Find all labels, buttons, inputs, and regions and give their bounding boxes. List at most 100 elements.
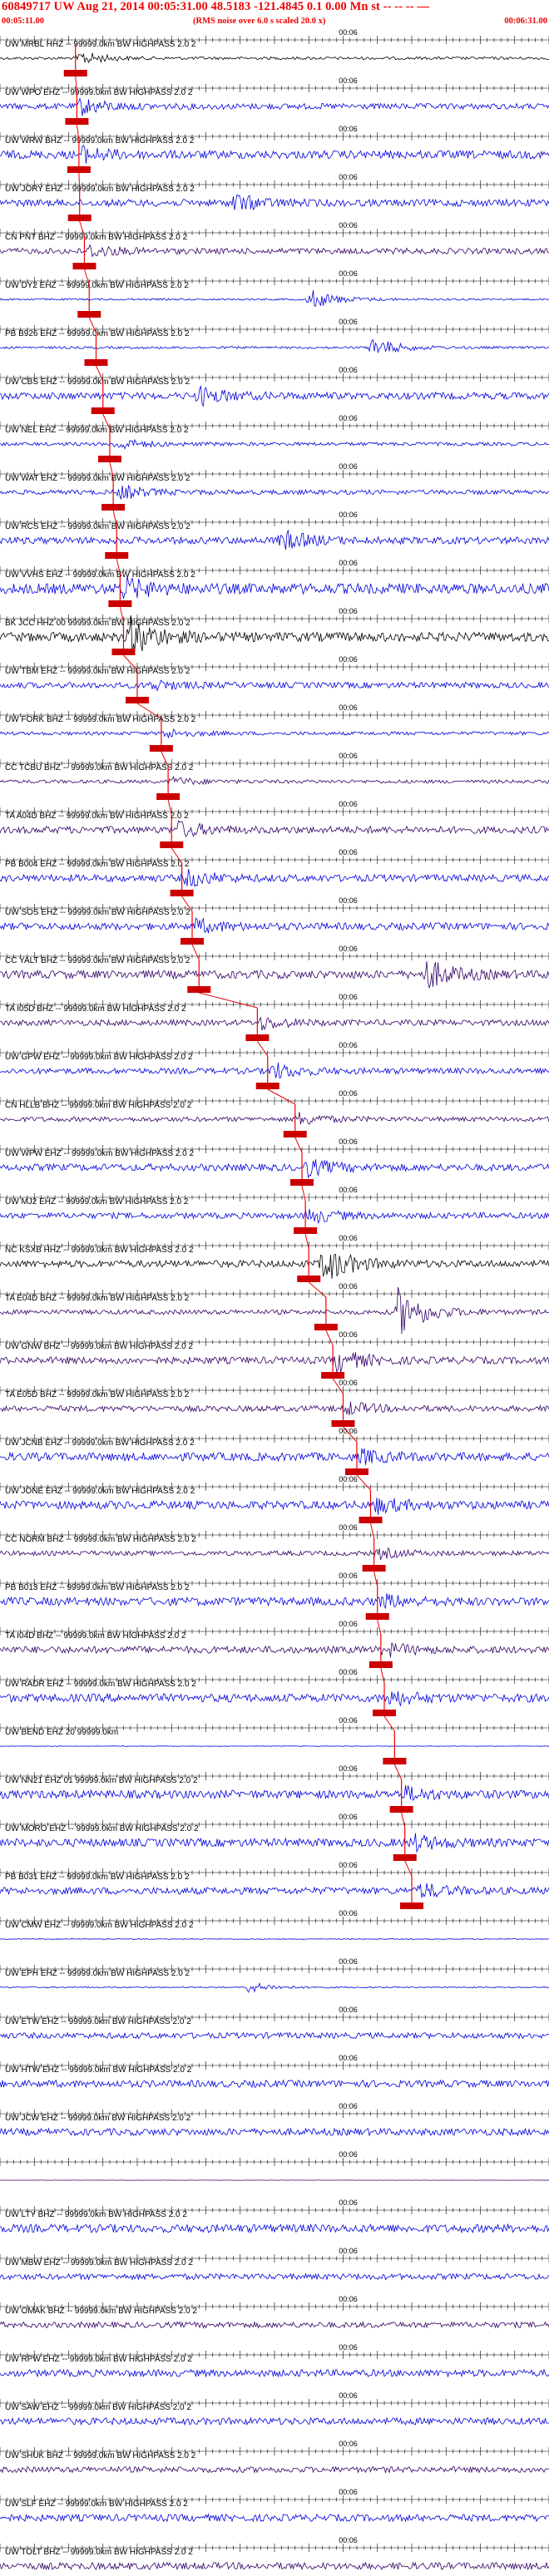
pick-box [365,1613,389,1620]
waveform [0,917,549,934]
waveform [0,1547,549,1561]
trace-label: UW JORY EHZ -- 99999.0km BW HIGHPASS 2.0… [5,185,195,194]
moveout-line [373,1571,378,1587]
pick-box [331,1420,355,1427]
trace-label: UW SAW EHZ -- 99999.0km BW HIGHPASS 2.0 … [5,2403,191,2412]
pick-box [389,1806,413,1813]
waveform [0,679,549,692]
trace-label: UW MRBL HHZ -- 99999.0km BW HIGHPASS 2.0… [5,40,196,49]
trace-label: TA I04D BHZ -- 99999.0km BW HIGHPASS 2.0… [5,1631,186,1641]
waveform [0,2416,549,2426]
moveout-line [191,944,200,960]
pick-box [321,1372,345,1379]
trace-label: UW WPO EHZ -- 99999.0km BW HIGHPASS 2.0 … [5,88,193,97]
moveout-line [294,1137,303,1153]
pick-box [63,70,87,76]
pick-box [84,359,108,366]
waveform [0,1883,549,1898]
pick-box [368,1661,393,1668]
moveout-line [404,1860,413,1877]
minute-label: 00:06 [339,1957,358,1966]
waveform [0,1498,549,1515]
waveform [0,2031,549,2040]
minute-label: 00:06 [339,1523,358,1532]
pick-box [91,407,115,414]
waveform [0,1352,549,1374]
waveform [0,2465,549,2474]
pick-box [65,118,89,125]
waveform [0,1253,549,1279]
minute-label: 00:06 [339,607,358,615]
minute-label: 00:06 [339,752,358,760]
trace-label: BK JCC HHZ 00 99999.0km BW HIGHPASS 2.0 … [5,619,190,628]
waveform [0,1016,549,1031]
minute-label: 00:06 [339,1330,358,1339]
minute-label: 00:06 [339,511,358,519]
minute-label: 00:06 [339,1668,358,1676]
waveform [0,775,549,786]
trace-label: UW TOLT BHZ -- 99999.0km BW HIGHPASS 2.0… [5,2548,193,2557]
minute-label: 00:06 [339,221,358,229]
minute-label: 00:06 [339,993,358,1001]
waveform [0,1981,549,1993]
trace-label: UW HTW EHZ -- 99999.0km BW HIGHPASS 2.0 … [5,2065,192,2075]
minute-label: 00:06 [339,703,358,712]
waveform [0,2223,549,2234]
minute-label: 00:06 [339,366,358,374]
trace-label: UW EPH EHZ -- 99999.0km BW HIGHPASS 2.0 … [5,1969,190,1978]
minute-label: 00:06 [339,896,358,905]
trace-label: UW NN21 EHZ 01 99999.0km BW HIGHPASS 2.0… [5,1776,198,1785]
pick-box [290,1179,314,1186]
waveform [0,2127,549,2137]
pick-box [187,986,211,993]
trace-label: UW TBM EHZ -- 99999.0km BW HIGHPASS 2.0 … [5,667,190,676]
trace-label: CC YALT BHZ -- 99999.0km BW HIGHPASS 2.0… [5,956,190,965]
moveout-line [304,1233,309,1250]
trace-label: PB B926 EHZ -- 99999.0km BW HIGHPASS 2.0… [5,329,190,338]
minute-label: 00:06 [339,1427,358,1435]
minute-label: 00:06 [339,2102,358,2110]
waveform [0,2273,549,2281]
minute-label: 00:06 [339,28,358,37]
waveform [0,2561,549,2571]
pick-box [101,504,126,511]
pick-box [72,263,96,269]
trace-label: UW GNW BHZ -- 99999.0km BW HIGHPASS 2.0 … [5,1342,193,1351]
trace-label: UW SLF EHZ -- 99999.0km BW HIGHPASS 2.0 … [5,2500,188,2509]
waveform [0,144,549,164]
moveout-line [401,1812,406,1828]
minute-label: 00:06 [339,1764,358,1773]
trace-label: UW RCS EHZ -- 99999.0km BW HIGHPASS 2.0 … [5,522,190,531]
moveout-line [380,1667,385,1684]
waveform [0,1833,549,1853]
pick-box [345,1468,368,1475]
pick-box [297,1276,321,1282]
pick-box [373,1710,396,1716]
trace-label: PB B031 EHZ -- 99999.0km BW HIGHPASS 2.0… [5,1873,190,1882]
waveform [0,1062,549,1079]
waveform [0,869,549,887]
seismogram-plot: 00:06 UW MRBL HHZ -- 99999.0km BW HIGHPAS… [0,28,549,2571]
moveout-line [377,1619,382,1636]
minute-label: 00:06 [339,1909,358,1917]
pick-box [105,552,129,559]
trace-label: UW FORK BHZ -- 99999.0km BW HIGHPASS 2.0… [5,715,196,724]
minute-label: 00:06 [339,1137,358,1146]
waveform [0,338,549,353]
minute-label: 00:06 [339,1620,358,1628]
pick-box [383,1758,407,1764]
minute-label: 00:06 [339,1716,358,1725]
trace-label: CC TCBU BHZ -- 99999.0km BW HIGHPASS 2.0… [5,763,194,772]
moveout-line [370,1522,375,1539]
trace-label: CN PNT BHZ -- 99999.0km BW HIGHPASS 2.0 … [5,233,188,242]
moveout-line [256,1040,269,1057]
pick-box [170,890,194,896]
minute-label: 00:06 [339,1186,358,1194]
pick-box [77,311,101,318]
waveform [0,1112,549,1125]
waveform [0,1448,549,1465]
pick-box [67,166,91,173]
waveform [0,1785,549,1802]
minute-label: 00:06 [339,848,358,856]
minute-label: 00:06 [339,1234,358,1242]
